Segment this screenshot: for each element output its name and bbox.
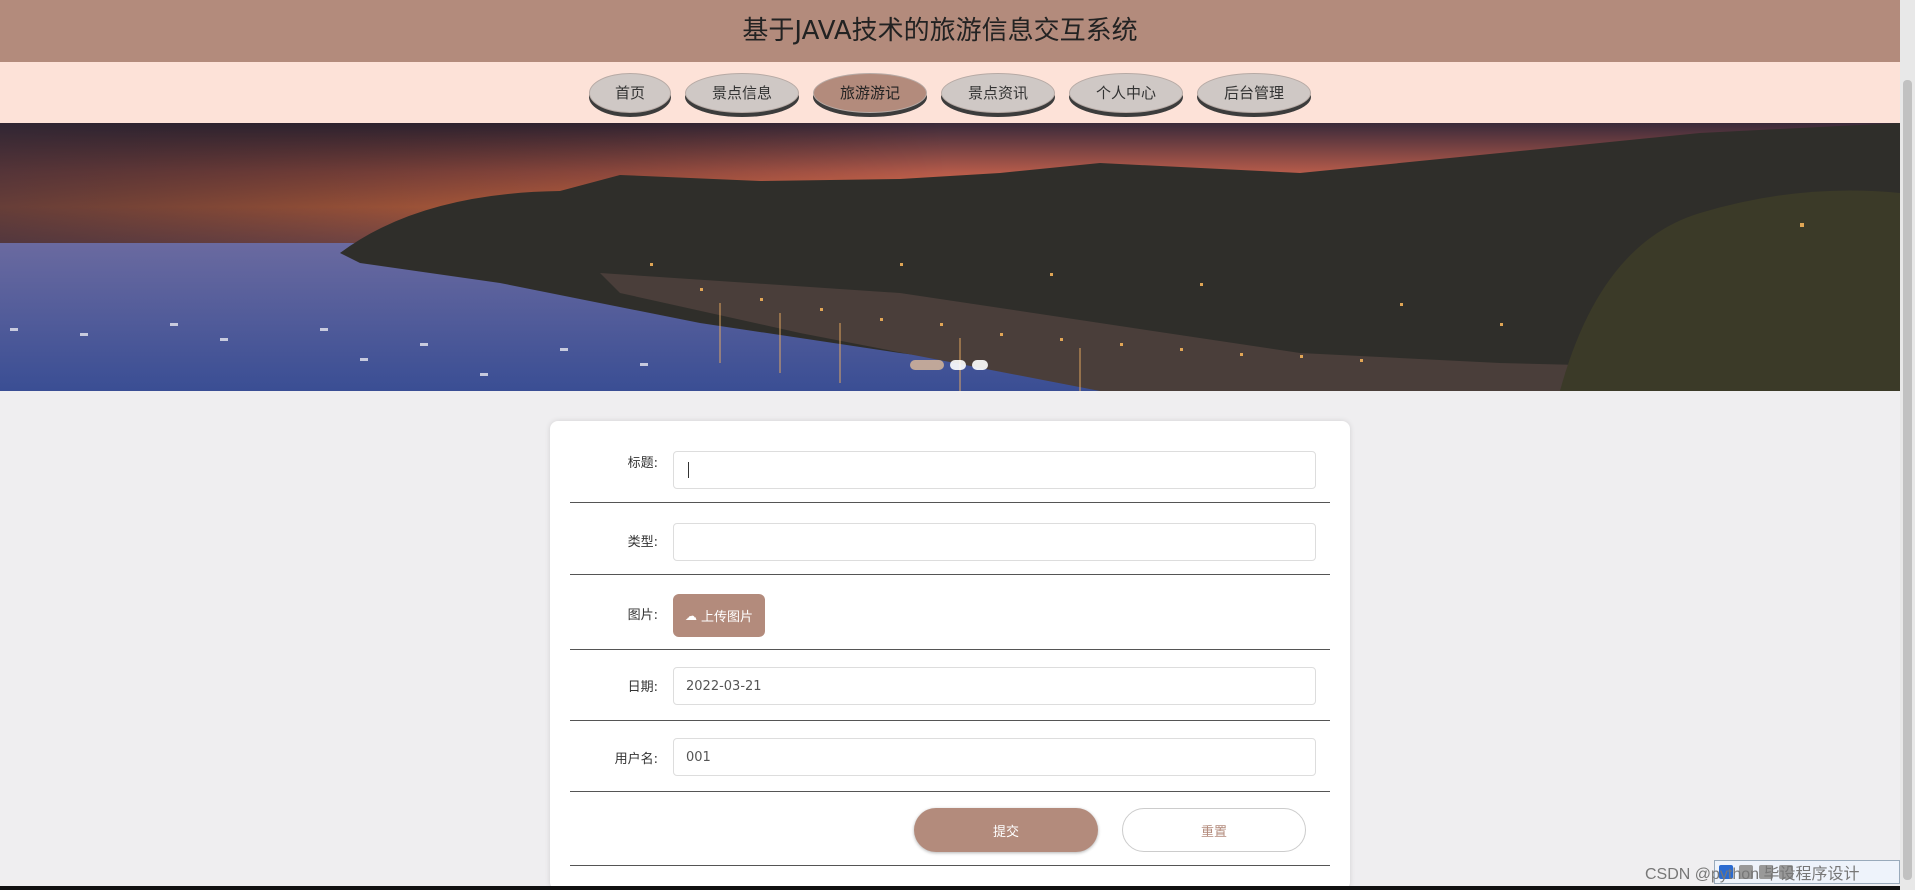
page-scrollbar[interactable] xyxy=(1900,0,1915,890)
carousel-dot-1[interactable] xyxy=(910,360,944,370)
travel-note-form: 标题: 类型: 图片: ☁ 上传图片 日期: 2022-03-21 用户名: 0… xyxy=(550,421,1350,890)
nav-item-personal-center[interactable]: 个人中心 xyxy=(1069,72,1183,113)
banner-carousel[interactable] xyxy=(0,123,1900,391)
form-row-date: 日期: 2022-03-21 xyxy=(570,649,1330,721)
date-input-value: 2022-03-21 xyxy=(686,678,762,694)
date-label: 日期: xyxy=(627,680,658,695)
nav-item-travel-notes[interactable]: 旅游游记 xyxy=(813,72,927,113)
nav-item-attractions[interactable]: 景点信息 xyxy=(685,72,799,113)
form-row-username: 用户名: 001 xyxy=(570,720,1330,792)
type-label: 类型: xyxy=(627,535,658,550)
watermark: CSDN @python 毕设程序设计 xyxy=(1645,866,1860,883)
nav-item-home[interactable]: 首页 xyxy=(589,72,671,113)
title-label: 标题: xyxy=(627,456,658,471)
nav-item-admin[interactable]: 后台管理 xyxy=(1197,72,1311,113)
submit-button[interactable]: 提交 xyxy=(914,808,1098,852)
upload-image-button[interactable]: ☁ 上传图片 xyxy=(673,594,765,637)
carousel-dot-3[interactable] xyxy=(972,360,988,370)
banner-image xyxy=(0,123,1900,391)
form-row-type: 类型: xyxy=(570,502,1330,575)
type-input[interactable] xyxy=(673,523,1316,561)
bottom-edge xyxy=(0,886,1900,890)
site-title: 基于JAVA技术的旅游信息交互系统 xyxy=(742,15,1138,46)
title-input[interactable] xyxy=(673,451,1316,489)
form-divider xyxy=(570,865,1330,866)
cloud-upload-icon: ☁ xyxy=(684,608,697,623)
username-input[interactable]: 001 xyxy=(673,738,1316,776)
carousel-dot-2[interactable] xyxy=(950,360,966,370)
scrollbar-thumb[interactable] xyxy=(1903,80,1912,880)
main-nav: 首页 景点信息 旅游游记 景点资讯 个人中心 后台管理 xyxy=(0,62,1900,123)
image-label: 图片: xyxy=(627,608,658,623)
site-header: 基于JAVA技术的旅游信息交互系统 xyxy=(0,0,1900,62)
form-row-image: 图片: ☁ 上传图片 xyxy=(570,574,1330,650)
carousel-indicators xyxy=(910,360,988,370)
nav-item-attraction-news[interactable]: 景点资讯 xyxy=(941,72,1055,113)
form-row-title: 标题: xyxy=(570,421,1330,503)
username-label: 用户名: xyxy=(614,752,658,767)
reset-button[interactable]: 重置 xyxy=(1122,808,1306,852)
username-input-value: 001 xyxy=(686,749,711,765)
date-input[interactable]: 2022-03-21 xyxy=(673,667,1316,705)
upload-image-label: 上传图片 xyxy=(700,610,753,625)
text-cursor xyxy=(688,462,689,478)
